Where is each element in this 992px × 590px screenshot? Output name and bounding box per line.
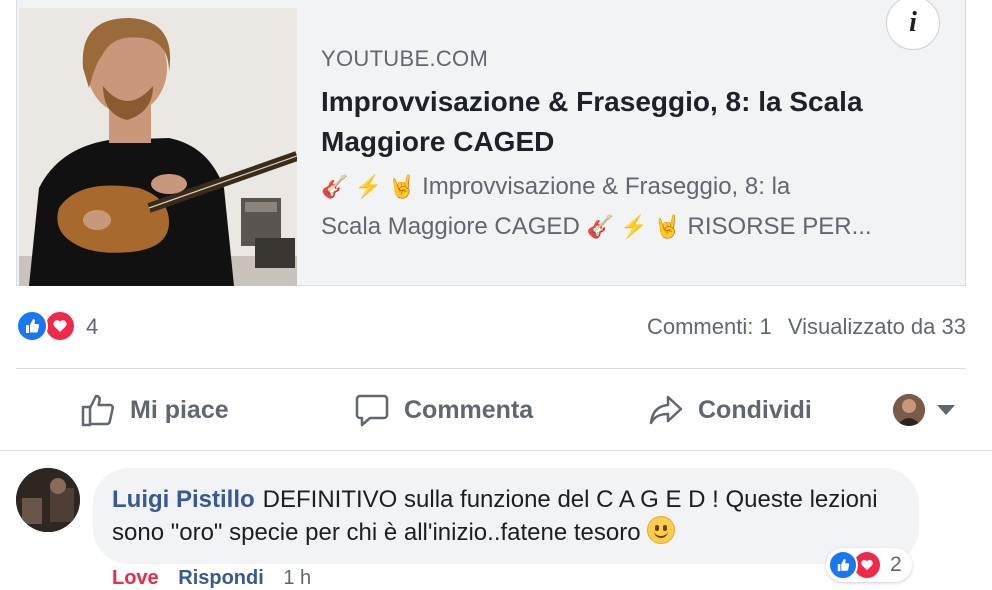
video-thumbnail[interactable] [19, 8, 297, 286]
comment-time[interactable]: 1 h [283, 567, 311, 589]
comment-bubble: Luigi Pistillo DEFINITIVO sulla funzione … [93, 468, 919, 564]
share-arrow-icon [649, 395, 683, 425]
chevron-down-icon [937, 405, 955, 415]
avatar [893, 394, 925, 426]
share-button[interactable]: Condividi [648, 388, 812, 432]
comment-reaction-count: 2 [890, 553, 902, 576]
like-label: Mi piace [130, 395, 229, 424]
divider [0, 450, 992, 451]
share-label: Condividi [698, 395, 812, 424]
description-line-2: Scala Maggiore CAGED [321, 213, 580, 240]
commenter-avatar[interactable] [16, 468, 80, 532]
divider [16, 368, 966, 369]
comment-meta: Love Rispondi 1 h [112, 567, 311, 590]
love-link[interactable]: Love [112, 567, 159, 589]
reaction-summary: 4 Commenti: 1 Visualizzato da 33 [16, 310, 966, 346]
post-stats: Commenti: 1 Visualizzato da 33 [637, 314, 966, 340]
description-tail: RISORSE PER... [687, 213, 872, 240]
comment-button[interactable]: Commenta [354, 388, 533, 432]
link-description: 🎸 ⚡ 🤘 Improvvisazione & Fraseggio, 8: la… [321, 167, 951, 247]
post-as-selector[interactable] [893, 394, 955, 426]
emoji-group: 🎸 ⚡ 🤘 [586, 214, 681, 239]
smiley-emoji-icon [646, 516, 675, 544]
like-reaction-icon [828, 550, 858, 580]
seen-by-count[interactable]: Visualizzato da 33 [788, 314, 966, 339]
description-line-1: Improvvisazione & Fraseggio, 8: la [422, 173, 791, 200]
link-domain: YOUTUBE.COM [321, 46, 489, 71]
guitarist-thumbnail-image [19, 8, 297, 286]
link-preview-card[interactable]: YOUTUBE.COM Improvvisazione & Fraseggio,… [16, 0, 966, 286]
emoji-group: 🎸 ⚡ 🤘 [321, 174, 416, 199]
like-button[interactable]: Mi piace [80, 388, 229, 432]
comment-label: Commenta [404, 395, 534, 424]
thumbs-up-icon [81, 394, 115, 427]
comment-author[interactable]: Luigi Pistillo [112, 486, 255, 513]
link-title[interactable]: Improvvisazione & Fraseggio, 8: la Scala… [321, 82, 921, 162]
comments-count[interactable]: Commenti: 1 [647, 314, 772, 339]
comment-reactions[interactable]: 2 [826, 548, 912, 582]
reaction-count[interactable]: 4 [86, 314, 98, 340]
love-reaction-icon[interactable] [44, 310, 76, 342]
speech-bubble-icon [355, 394, 389, 427]
like-reaction-icon[interactable] [16, 310, 48, 342]
reply-link[interactable]: Rispondi [178, 567, 264, 589]
